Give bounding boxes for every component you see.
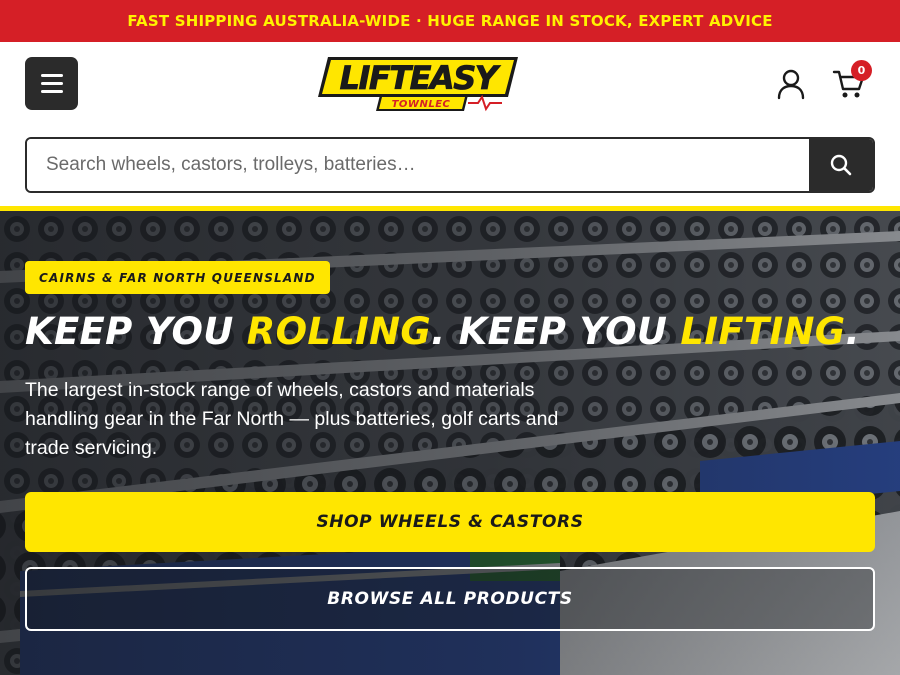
cart-count-badge: 0 [851,60,872,81]
hero-title-part: . KEEP YOU [431,310,681,353]
menu-icon-bar [40,82,63,85]
region-badge: CAIRNS & FAR NORTH QUEENSLAND [25,261,330,294]
site-header: LIFTEASY TOWNLEC [0,42,900,126]
hero-title-accent: LIFTING [680,310,846,353]
hero-description: The largest in-stock range of wheels, ca… [25,379,559,459]
search-bar [25,137,875,193]
account-button[interactable] [776,68,806,100]
search-icon [830,154,852,176]
browse-all-products-button[interactable]: BROWSE ALL PRODUCTS [25,567,875,631]
hero-title-accent: ROLLING [246,310,432,353]
promo-bar: FAST SHIPPING AUSTRALIA-WIDE · HUGE RANG… [0,0,900,42]
hero-title-part: . [845,310,860,353]
menu-button[interactable] [25,57,78,110]
user-icon [777,69,805,100]
menu-icon-bar [40,90,63,93]
svg-text:TOWNLEC: TOWNLEC [392,99,451,110]
hero-title: KEEP YOU ROLLING. KEEP YOU LIFTING. [25,308,885,356]
menu-icon-bar [40,74,63,77]
svg-text:LIFTEASY: LIFTEASY [340,59,501,97]
hero-title-part: KEEP YOU [25,310,247,353]
promo-text: FAST SHIPPING AUSTRALIA-WIDE · HUGE RANG… [127,12,773,30]
hero-section: CAIRNS & FAR NORTH QUEENSLAND KEEP YOU R… [0,206,900,675]
search-button[interactable] [809,139,873,191]
shop-wheels-castors-button[interactable]: SHOP WHEELS & CASTORS [25,492,875,552]
site-logo[interactable]: LIFTEASY TOWNLEC [318,53,522,115]
logo-graphic: LIFTEASY TOWNLEC [318,57,518,112]
search-input[interactable] [27,139,809,191]
